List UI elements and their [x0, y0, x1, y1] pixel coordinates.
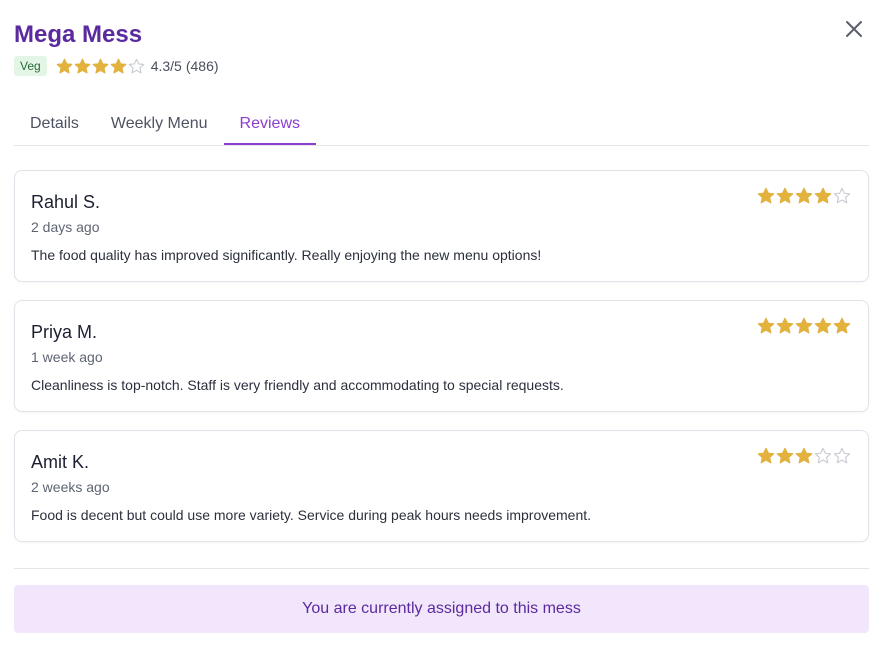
assignment-banner: You are currently assigned to this mess — [14, 585, 869, 633]
star-icon — [74, 58, 90, 73]
star-icon — [814, 317, 832, 334]
review-time: 2 weeks ago — [31, 479, 110, 495]
star-icon — [795, 187, 813, 204]
reviewer-name: Priya M. — [31, 322, 98, 342]
overall-rating: 4.3/5 (486) — [151, 58, 219, 74]
review-count: (486) — [185, 58, 219, 74]
star-icon — [757, 317, 775, 334]
star-icon — [833, 187, 851, 204]
review-rating-stars — [757, 187, 852, 205]
star-icon — [757, 187, 775, 204]
close-icon — [846, 21, 862, 37]
star-icon — [56, 58, 72, 73]
star-icon — [814, 447, 832, 464]
tab-weekly-menu[interactable]: Weekly Menu — [95, 104, 224, 144]
review-time: 1 week ago — [31, 349, 103, 365]
veg-badge: Veg — [14, 56, 47, 76]
review-card: Priya M. 1 week ago Cleanliness is top-n… — [14, 300, 869, 412]
star-icon — [92, 58, 108, 73]
review-time: 2 days ago — [31, 219, 100, 235]
close-button[interactable] — [841, 16, 867, 42]
star-icon — [814, 187, 832, 204]
reviewer-name: Amit K. — [31, 452, 90, 472]
mess-meta: Veg 4.3/5 (486) — [14, 54, 867, 78]
reviewer-name: Rahul S. — [31, 192, 101, 212]
review-text: Food is decent but could use more variet… — [31, 507, 592, 523]
star-icon — [128, 58, 144, 73]
page-title: Mega Mess — [14, 21, 143, 48]
star-icon — [776, 187, 794, 204]
star-icon — [833, 447, 851, 464]
star-icon — [795, 317, 813, 334]
review-card: Rahul S. 2 days ago The food quality has… — [14, 170, 869, 282]
star-icon — [110, 58, 126, 73]
review-text: Cleanliness is top-notch. Staff is very … — [31, 377, 564, 393]
mess-header: Mega Mess Veg 4.3/5 (486) — [14, 20, 867, 78]
divider — [14, 568, 869, 569]
review-rating-stars — [757, 317, 852, 335]
rating-value: 4.3/5 — [150, 58, 182, 74]
reviews-list: Rahul S. 2 days ago The food quality has… — [14, 170, 869, 560]
star-icon — [757, 447, 775, 464]
review-rating-stars — [757, 447, 852, 465]
tab-reviews[interactable]: Reviews — [223, 104, 317, 145]
tab-bar: Details Weekly Menu Reviews — [14, 104, 869, 146]
overall-rating-stars — [56, 58, 146, 75]
star-icon — [776, 447, 794, 464]
star-icon — [795, 447, 813, 464]
star-icon — [833, 317, 851, 334]
tab-details[interactable]: Details — [14, 104, 95, 144]
review-card: Amit K. 2 weeks ago Food is decent but c… — [14, 430, 869, 542]
review-text: The food quality has improved significan… — [31, 247, 542, 263]
star-icon — [776, 317, 794, 334]
